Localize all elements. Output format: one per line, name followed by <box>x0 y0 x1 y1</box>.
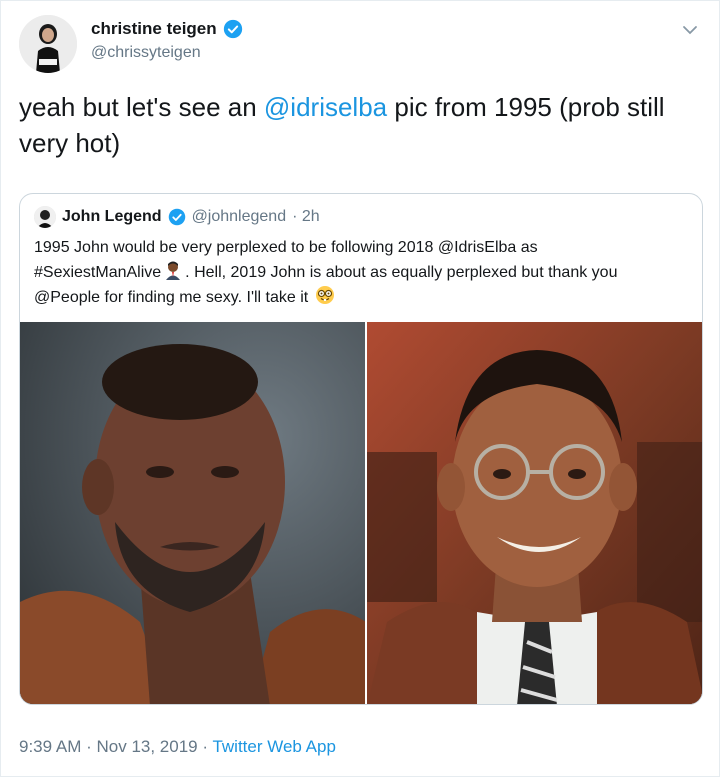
nerd-face-emoji-icon <box>315 286 334 304</box>
quoted-author-handle[interactable]: @johnlegend <box>192 208 287 226</box>
mention-link[interactable]: @idriselba <box>264 92 387 122</box>
quoted-text-line-1: 1995 John would be very perplexed to be … <box>34 239 538 256</box>
man-emoji-icon <box>166 261 181 280</box>
quoted-tweet[interactable]: John Legend @johnlegend · 2h 1995 John w… <box>19 193 703 705</box>
quoted-author-name[interactable]: John Legend <box>62 208 162 226</box>
tweet-date[interactable]: Nov 13, 2019 <box>96 737 197 756</box>
meta-separator: · <box>197 737 213 756</box>
quoted-text-line-2: #SexiestManAlive . Hell, 2019 John is abo… <box>34 260 694 285</box>
quoted-avatar-photo <box>34 206 56 228</box>
tweet-text-before: yeah but let's see an <box>19 92 264 122</box>
quoted-text-line-3-text: @People for finding me sexy. I'll take i… <box>34 289 309 306</box>
tweet-time[interactable]: 9:39 AM <box>19 737 81 756</box>
hashtag-text: #SexiestManAlive <box>34 264 162 281</box>
quoted-text-line-2-rest: . Hell, 2019 John is about as equally pe… <box>185 264 618 281</box>
tweet-text: yeah but let's see an @idriselba pic fro… <box>19 89 699 161</box>
chevron-down-icon[interactable] <box>681 21 699 39</box>
photo-idris-elba-image <box>20 322 365 704</box>
verified-badge-icon <box>223 19 242 39</box>
author-name[interactable]: christine teigen <box>91 19 243 39</box>
author-handle[interactable]: @chrissyteigen <box>91 44 201 62</box>
quoted-text: 1995 John would be very perplexed to be … <box>34 236 694 310</box>
photo-john-legend-1995[interactable] <box>366 322 702 704</box>
photo-john-legend-image <box>366 322 702 704</box>
author-name-text[interactable]: christine teigen <box>91 19 217 39</box>
quoted-header: John Legend @johnlegend · 2h <box>34 206 320 228</box>
tweet-card: christine teigen @chrissyteigen yeah but… <box>0 0 720 777</box>
verified-badge-icon <box>168 208 185 226</box>
quoted-time: · 2h <box>292 208 320 225</box>
quoted-media <box>20 322 702 704</box>
photo-idris-elba[interactable] <box>20 322 365 704</box>
avatar-photo <box>19 15 77 73</box>
meta-separator: · <box>81 737 97 756</box>
quoted-avatar[interactable] <box>34 206 56 228</box>
tweet-source-link[interactable]: Twitter Web App <box>212 737 335 756</box>
tweet-meta: 9:39 AM · Nov 13, 2019 · Twitter Web App <box>19 737 336 757</box>
quoted-text-line-3: @People for finding me sexy. I'll take i… <box>34 285 694 310</box>
author-avatar[interactable] <box>19 15 77 73</box>
